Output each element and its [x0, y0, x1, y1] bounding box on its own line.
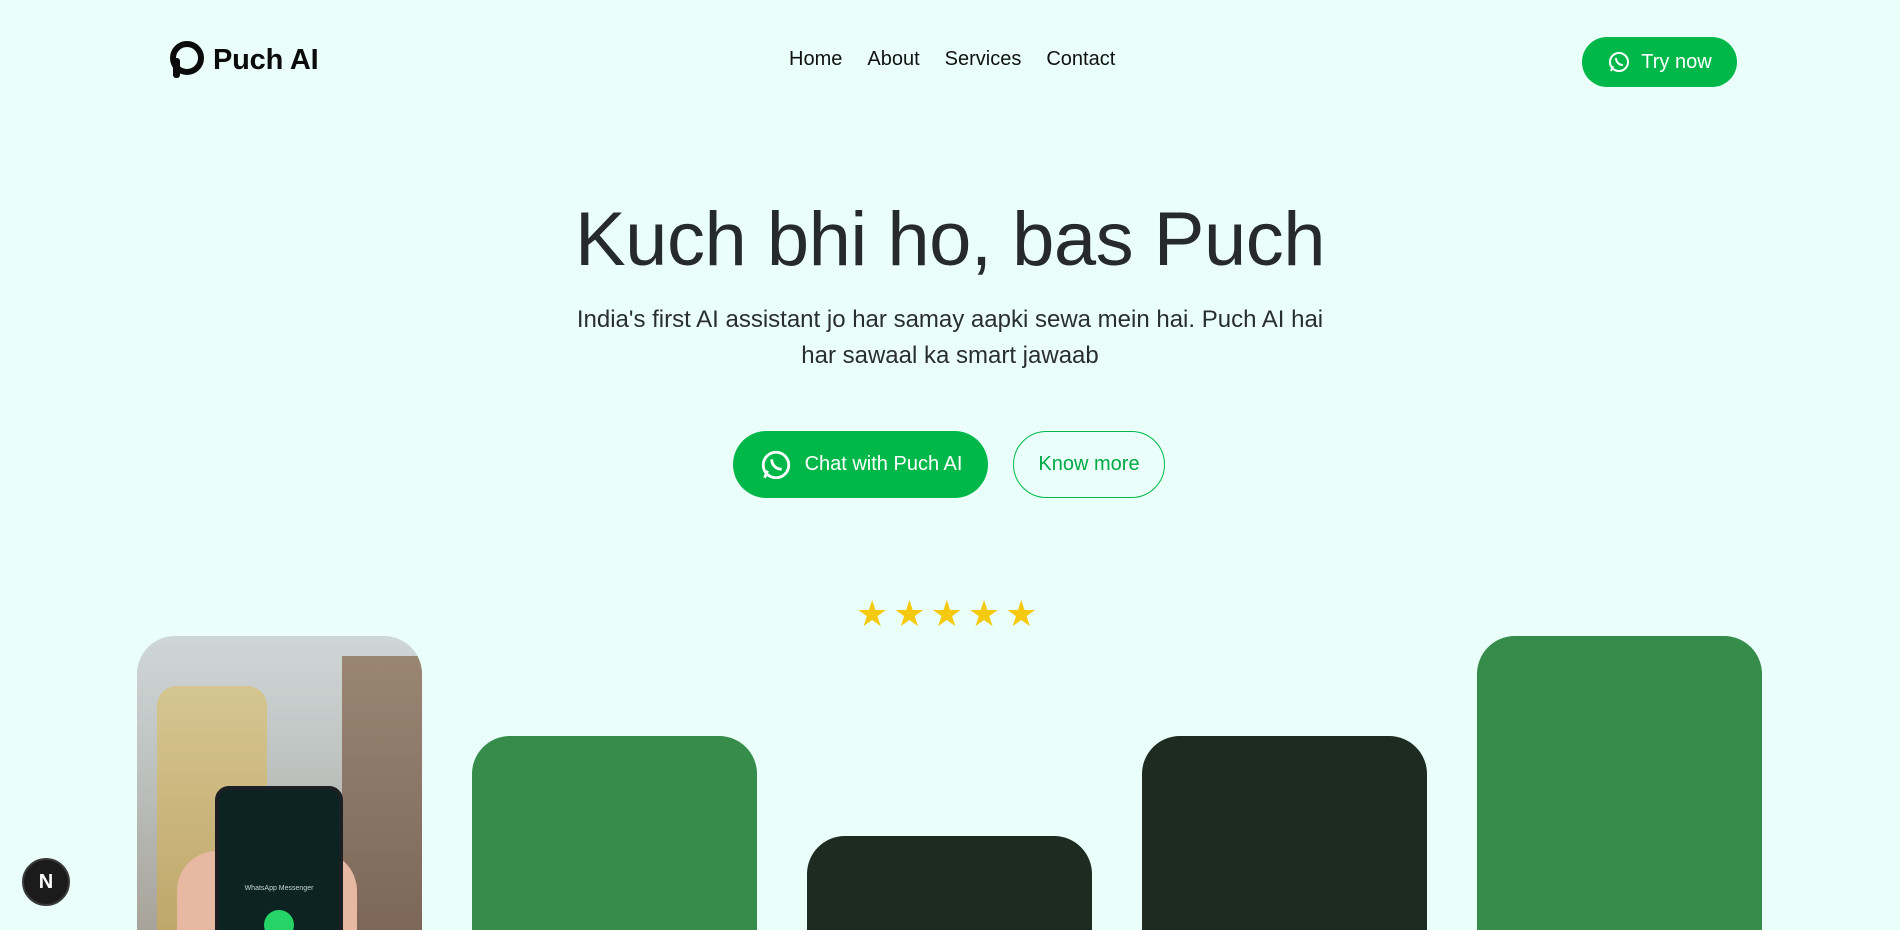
- star-icon: ★: [893, 593, 926, 634]
- star-icon: ★: [1005, 593, 1038, 634]
- star-icon: ★: [967, 593, 1001, 634]
- whatsapp-icon: [761, 450, 790, 479]
- phone-screen-text: WhatsApp Messenger: [244, 885, 314, 892]
- brand-name: Puch AI: [213, 43, 319, 76]
- chat-with-puch-label: Chat with Puch AI: [804, 453, 963, 475]
- puch-logo-icon: [170, 41, 204, 78]
- badge-letter: N: [38, 870, 54, 893]
- rating-stars: ★ ★ ★ ★ ★: [856, 596, 1037, 632]
- card-dark-1: [807, 836, 1092, 930]
- phone: WhatsApp Messenger: [215, 786, 343, 930]
- card-green-2: [1477, 636, 1762, 930]
- star-icon: ★: [856, 593, 889, 634]
- try-now-label: Try now: [1641, 50, 1712, 73]
- nav-item-home[interactable]: Home: [789, 48, 842, 71]
- nav-item-services[interactable]: Services: [945, 48, 1022, 71]
- whatsapp-icon: [264, 910, 294, 930]
- star-icon: ★: [930, 593, 963, 634]
- chat-with-puch-button[interactable]: Chat with Puch AI: [733, 431, 988, 498]
- know-more-button[interactable]: Know more: [1013, 431, 1165, 498]
- card-phone-image: WhatsApp Messenger: [137, 636, 422, 930]
- nav-item-contact[interactable]: Contact: [1046, 48, 1115, 71]
- main-nav: Home About Services Contact: [789, 48, 1140, 71]
- nextjs-dev-badge[interactable]: N: [22, 858, 70, 906]
- hero-subtitle: India's first AI assistant jo har samay …: [576, 306, 1324, 369]
- know-more-label: Know more: [1038, 453, 1140, 475]
- nav-item-about[interactable]: About: [867, 48, 919, 71]
- card-green-1: [472, 736, 757, 930]
- brand[interactable]: Puch AI: [167, 40, 319, 80]
- card-dark-2: [1142, 736, 1427, 930]
- whatsapp-icon: [1609, 52, 1630, 72]
- try-now-button[interactable]: Try now: [1582, 37, 1737, 87]
- hero-title: Kuch bhi ho, bas Puch: [574, 197, 1326, 282]
